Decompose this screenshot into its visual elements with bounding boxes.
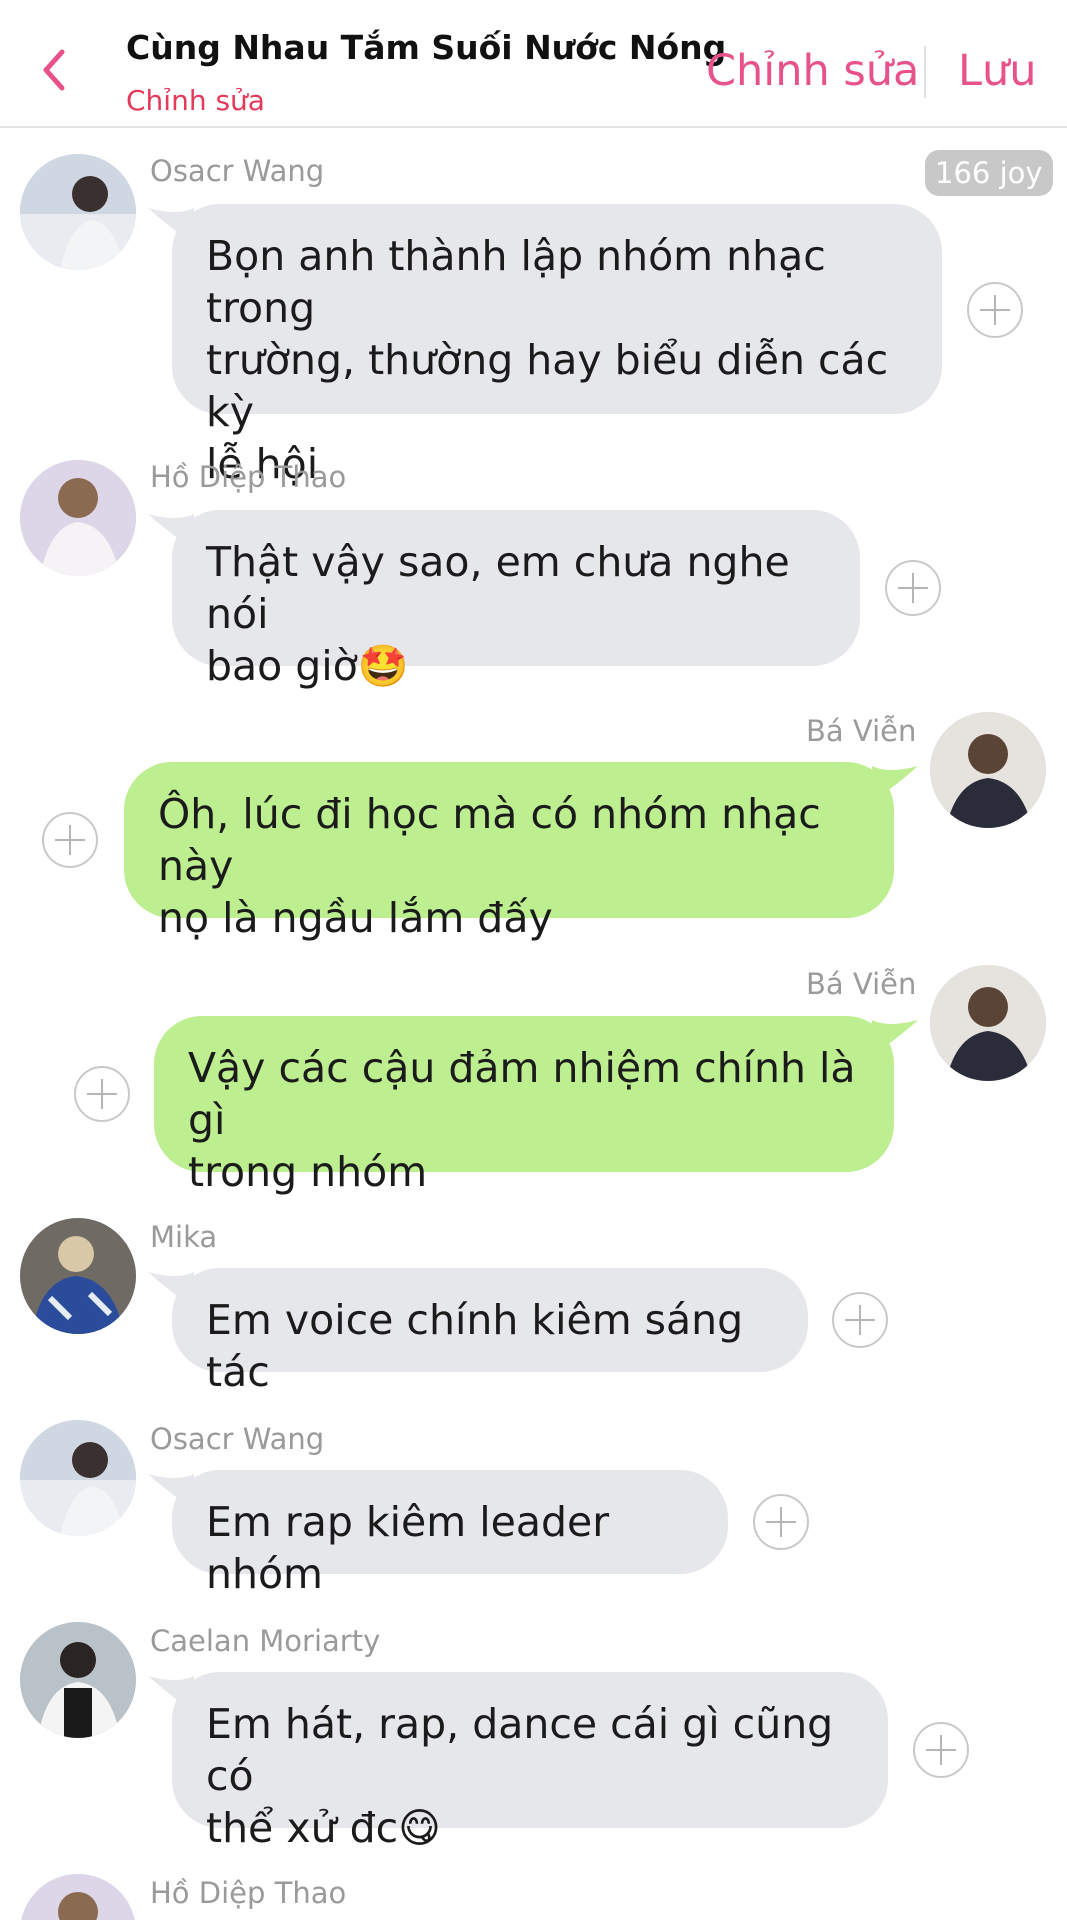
header-bar: Cùng Nhau Tắm Suối Nước Nóng Chỉnh sửa C…	[0, 0, 1067, 128]
avatar[interactable]	[20, 154, 136, 270]
message-bubble[interactable]: Em hát, rap, dance cái gì cũng có thể xử…	[172, 1672, 888, 1852]
avatar[interactable]	[20, 1420, 136, 1536]
message-bubble[interactable]: Em rap kiêm leader nhóm	[172, 1470, 728, 1598]
sender-name: Osacr Wang	[150, 1422, 325, 1456]
avatar[interactable]	[20, 1622, 136, 1738]
message-text: Bọn anh thành lập nhóm nhạc trong trường…	[206, 232, 889, 488]
header-divider	[924, 46, 926, 98]
add-reaction-button[interactable]	[832, 1292, 888, 1348]
message-text: Vậy các cậu đảm nhiệm chính là gì trong …	[188, 1044, 856, 1196]
edit-button[interactable]: Chỉnh sửa	[706, 46, 919, 96]
message-text: Em hát, rap, dance cái gì cũng có thể xử…	[206, 1700, 834, 1852]
message-bubble[interactable]: Vậy các cậu đảm nhiệm chính là gì trong …	[154, 1016, 894, 1196]
message-text: Em rap kiêm leader nhóm	[206, 1498, 610, 1598]
sender-name: Mika	[150, 1220, 218, 1254]
avatar[interactable]	[930, 965, 1046, 1081]
save-button[interactable]: Lưu	[958, 46, 1036, 96]
sender-name: Osacr Wang	[150, 154, 325, 188]
message-bubble[interactable]: Bọn anh thành lập nhóm nhạc trong trường…	[172, 204, 942, 488]
add-reaction-button[interactable]	[74, 1066, 130, 1122]
sender-name: Caelan Moriarty	[150, 1624, 381, 1658]
chat-screen: Cùng Nhau Tắm Suối Nước Nóng Chỉnh sửa C…	[0, 0, 1067, 1920]
add-reaction-button[interactable]	[913, 1722, 969, 1778]
back-button[interactable]	[32, 42, 80, 98]
chevron-left-icon	[43, 49, 65, 91]
message-text: Em voice chính kiêm sáng tác	[206, 1296, 744, 1396]
add-reaction-button[interactable]	[885, 560, 941, 616]
page-title: Cùng Nhau Tắm Suối Nước Nóng	[126, 28, 727, 67]
avatar[interactable]	[20, 460, 136, 576]
sender-name: Hồ Diệp Thao	[150, 460, 347, 494]
add-reaction-button[interactable]	[967, 282, 1023, 338]
sender-name: Bá Viễn	[806, 967, 917, 1001]
add-reaction-button[interactable]	[753, 1494, 809, 1550]
sender-name: Hồ Diệp Thao	[150, 1876, 347, 1910]
message-text: Thật vậy sao, em chưa nghe nói bao giờ🤩	[206, 538, 790, 690]
message-bubble[interactable]: Thật vậy sao, em chưa nghe nói bao giờ🤩	[172, 510, 860, 690]
message-text: Ôh, lúc đi học mà có nhóm nhạc này nọ là…	[158, 790, 821, 942]
page-subtitle-edit-link[interactable]: Chỉnh sửa	[126, 84, 265, 117]
avatar[interactable]	[20, 1218, 136, 1334]
message-bubble[interactable]: Ôh, lúc đi học mà có nhóm nhạc này nọ là…	[124, 762, 894, 942]
add-reaction-button[interactable]	[42, 812, 98, 868]
avatar[interactable]	[20, 1874, 136, 1920]
sender-name: Bá Viễn	[806, 714, 917, 748]
avatar[interactable]	[930, 712, 1046, 828]
message-bubble[interactable]: Em voice chính kiêm sáng tác	[172, 1268, 808, 1396]
joy-count-badge: 166 joy	[925, 150, 1053, 196]
